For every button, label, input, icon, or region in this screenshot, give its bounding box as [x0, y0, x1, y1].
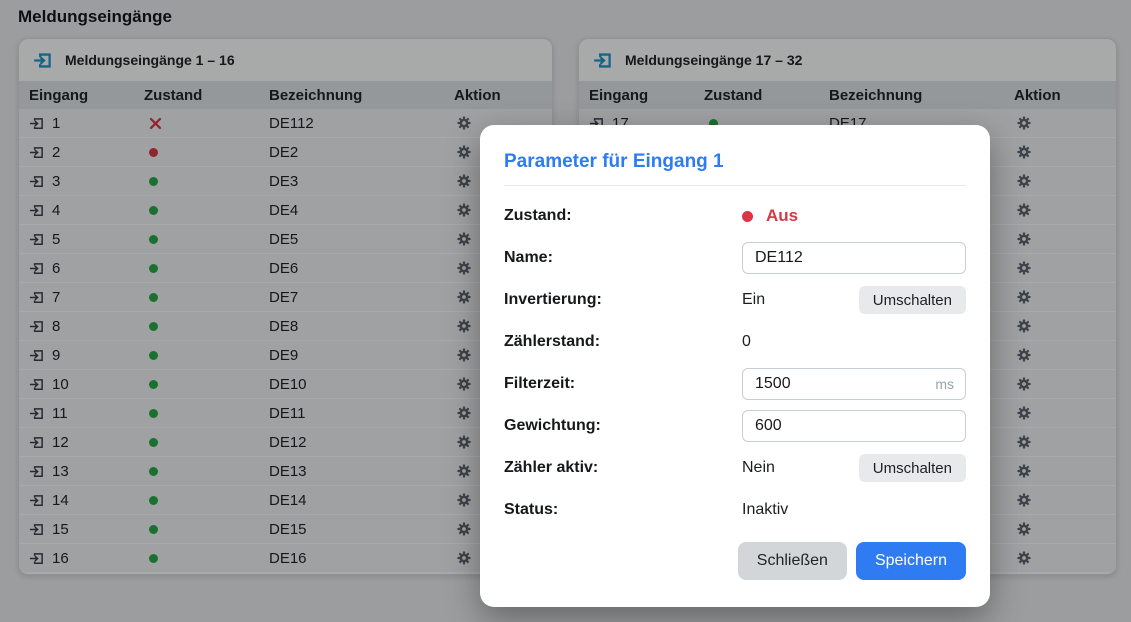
field-label: Invertierung:	[504, 291, 742, 309]
field-zustand: Zustand: Aus	[504, 200, 966, 232]
invertierung-toggle-button[interactable]: Umschalten	[859, 286, 966, 314]
field-label: Gewichtung:	[504, 417, 742, 435]
zaehlerstand-value: 0	[742, 333, 751, 351]
field-filterzeit: Filterzeit: ms	[504, 368, 966, 400]
save-button[interactable]: Speichern	[856, 542, 966, 580]
zaehler-aktiv-toggle-button[interactable]: Umschalten	[859, 454, 966, 482]
state-off-dot-icon	[742, 211, 753, 222]
field-label: Zustand:	[504, 207, 742, 225]
field-zaehler-aktiv: Zähler aktiv: Nein Umschalten	[504, 452, 966, 484]
field-status: Status: Inaktiv	[504, 494, 966, 526]
status-value: Inaktiv	[742, 501, 788, 519]
field-invertierung: Invertierung: Ein Umschalten	[504, 284, 966, 316]
zaehler-aktiv-value: Nein	[742, 459, 775, 477]
dialog-actions: Schließen Speichern	[504, 542, 966, 580]
invertierung-value: Ein	[742, 291, 765, 309]
dialog-title: Parameter für Eingang 1	[504, 151, 966, 173]
field-label: Filterzeit:	[504, 375, 742, 393]
field-gewichtung: Gewichtung:	[504, 410, 966, 442]
field-label: Zähler aktiv:	[504, 459, 742, 477]
close-button[interactable]: Schließen	[738, 542, 847, 580]
name-input[interactable]	[742, 242, 966, 274]
divider	[504, 185, 966, 186]
gewichtung-input[interactable]	[742, 410, 966, 442]
field-label: Zählerstand:	[504, 333, 742, 351]
field-zaehlerstand: Zählerstand: 0	[504, 326, 966, 358]
state-value: Aus	[766, 206, 798, 226]
filterzeit-input[interactable]	[742, 368, 966, 400]
field-label: Name:	[504, 249, 742, 267]
parameter-dialog: Parameter für Eingang 1 Zustand: Aus Nam…	[480, 125, 990, 607]
field-name: Name:	[504, 242, 966, 274]
field-label: Status:	[504, 501, 742, 519]
